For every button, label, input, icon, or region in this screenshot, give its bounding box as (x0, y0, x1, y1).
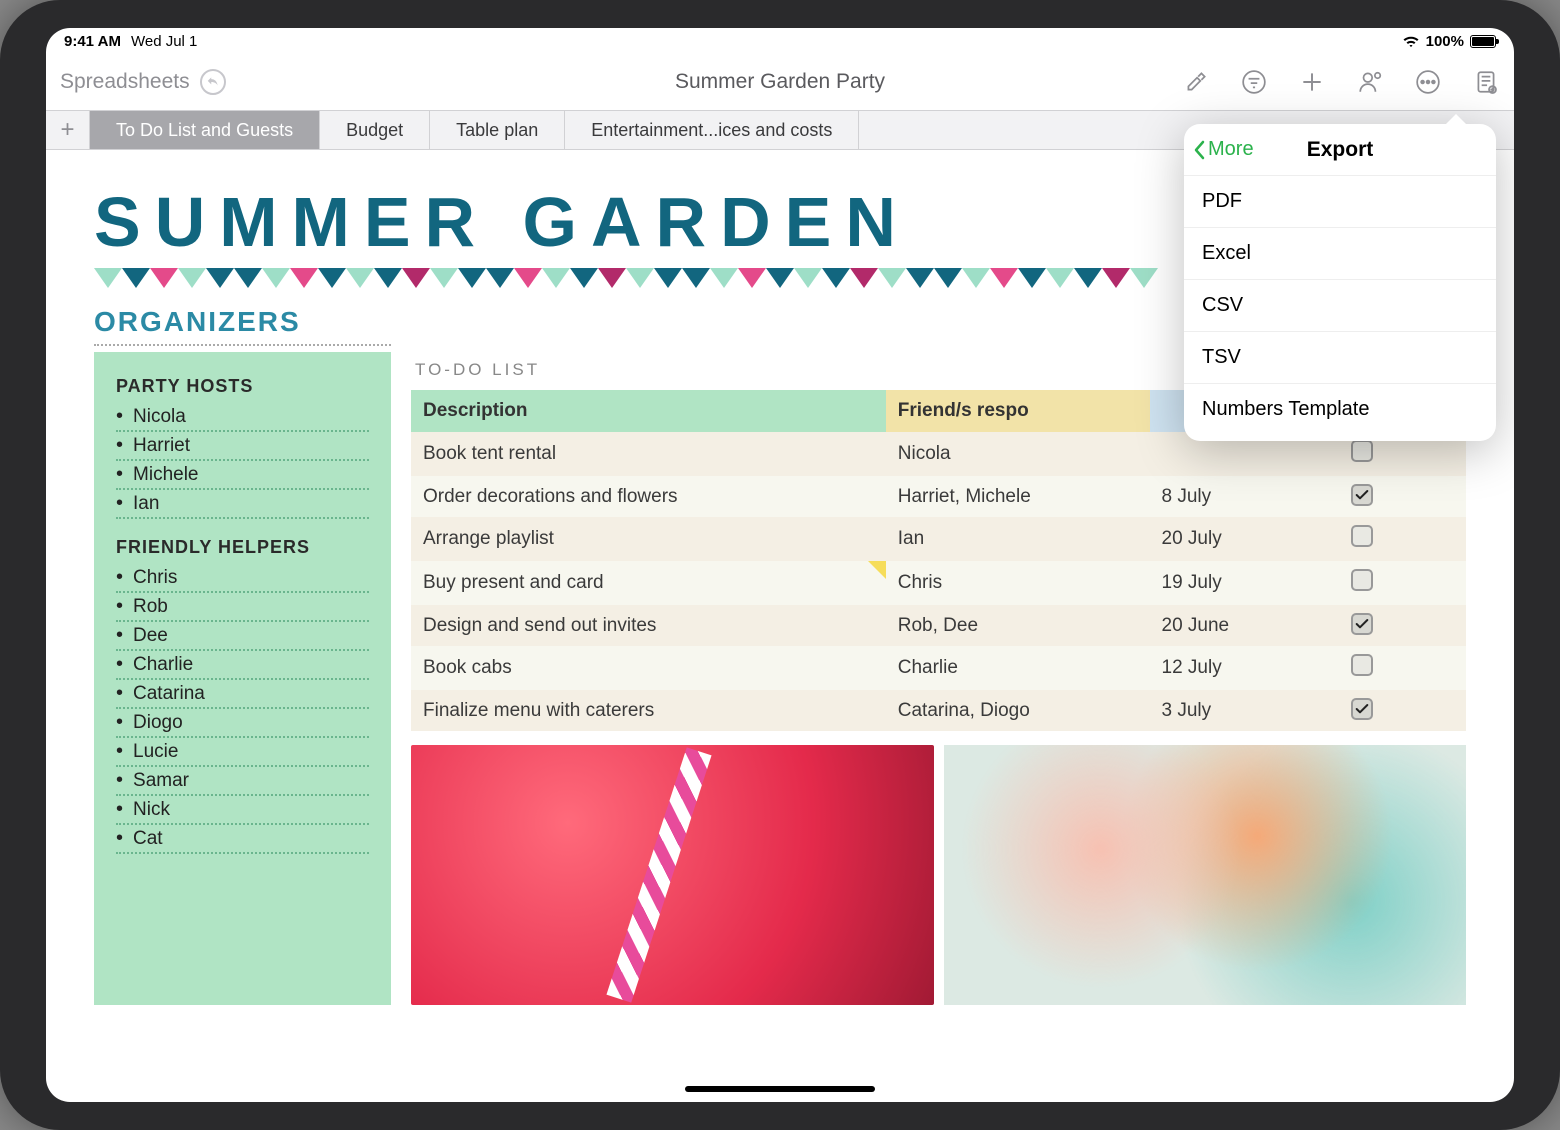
battery-percent: 100% (1426, 33, 1464, 50)
todo-row[interactable]: Finalize menu with caterersCatarina, Dio… (411, 690, 1466, 731)
divider (94, 344, 391, 346)
cell-done[interactable] (1339, 646, 1466, 690)
cell-done[interactable] (1339, 561, 1466, 605)
popover-back-label: More (1208, 138, 1254, 161)
todo-row[interactable]: Design and send out invitesRob, Dee20 Ju… (411, 605, 1466, 646)
popover-title: Export (1307, 138, 1374, 162)
host-item: Harriet (116, 432, 369, 461)
cell-friends[interactable]: Nicola (886, 432, 1150, 476)
cell-description[interactable]: Book tent rental (411, 432, 886, 476)
cell-done[interactable] (1339, 476, 1466, 517)
battery-icon (1470, 35, 1496, 48)
party-hosts-list: NicolaHarrietMicheleIan (116, 403, 369, 519)
helper-item: Catarina (116, 680, 369, 709)
helper-item: Dee (116, 622, 369, 651)
cell-done[interactable] (1339, 517, 1466, 561)
helper-item: Chris (116, 564, 369, 593)
export-option-excel[interactable]: Excel (1184, 228, 1496, 280)
screen: 9:41 AM Wed Jul 1 100% Spreadsheets Summ… (46, 28, 1514, 1102)
balloons-photo (944, 745, 1467, 1005)
cell-friends[interactable]: Rob, Dee (886, 605, 1150, 646)
ipad-frame: 9:41 AM Wed Jul 1 100% Spreadsheets Summ… (0, 0, 1560, 1130)
cell-date[interactable]: 12 July (1150, 646, 1340, 690)
checkbox[interactable] (1351, 484, 1373, 506)
export-popover: More Export PDFExcelCSVTSVNumbers Templa… (1184, 124, 1496, 441)
tab-entertainment[interactable]: Entertainment...ices and costs (565, 111, 859, 149)
host-item: Michele (116, 461, 369, 490)
party-hosts-heading: PARTY HOSTS (116, 376, 369, 397)
cell-description[interactable]: Book cabs (411, 646, 886, 690)
tab-to-do-list[interactable]: To Do List and Guests (90, 111, 320, 149)
cell-description[interactable]: Buy present and card (411, 561, 886, 605)
back-to-spreadsheets[interactable]: Spreadsheets (60, 70, 190, 94)
export-option-numbers-template[interactable]: Numbers Template (1184, 384, 1496, 435)
cell-friends[interactable]: Harriet, Michele (886, 476, 1150, 517)
col-description[interactable]: Description (411, 390, 886, 432)
collaborate-icon[interactable] (1356, 68, 1384, 96)
helper-item: Lucie (116, 738, 369, 767)
export-option-csv[interactable]: CSV (1184, 280, 1496, 332)
friendly-helpers-list: ChrisRobDeeCharlieCatarinaDiogoLucieSama… (116, 564, 369, 854)
checkbox[interactable] (1351, 613, 1373, 635)
image-row (411, 745, 1466, 1005)
cell-friends[interactable]: Ian (886, 517, 1150, 561)
undo-button[interactable] (200, 69, 226, 95)
new-sheet-icon[interactable] (1472, 68, 1500, 96)
cell-friends[interactable]: Chris (886, 561, 1150, 605)
host-item: Nicola (116, 403, 369, 432)
export-option-pdf[interactable]: PDF (1184, 176, 1496, 228)
checkbox[interactable] (1351, 440, 1373, 462)
cell-description[interactable]: Order decorations and flowers (411, 476, 886, 517)
todo-row[interactable]: Buy present and cardChris19 July (411, 561, 1466, 605)
helper-item: Charlie (116, 651, 369, 680)
organizers-box: PARTY HOSTS NicolaHarrietMicheleIan FRIE… (94, 352, 391, 1005)
cell-friends[interactable]: Catarina, Diogo (886, 690, 1150, 731)
tab-budget[interactable]: Budget (320, 111, 430, 149)
more-button[interactable] (1414, 68, 1442, 96)
document-title[interactable]: Summer Garden Party (675, 70, 885, 94)
filter-icon[interactable] (1240, 68, 1268, 96)
cell-done[interactable] (1339, 605, 1466, 646)
cell-date[interactable]: 19 July (1150, 561, 1340, 605)
tab-table-plan[interactable]: Table plan (430, 111, 565, 149)
helper-item: Cat (116, 825, 369, 854)
helper-item: Samar (116, 767, 369, 796)
format-brush-icon[interactable] (1182, 68, 1210, 96)
cell-date[interactable]: 8 July (1150, 476, 1340, 517)
cell-date[interactable]: 20 July (1150, 517, 1340, 561)
drink-photo (411, 745, 934, 1005)
app-toolbar: Spreadsheets Summer Garden Party (46, 54, 1514, 110)
cell-friends[interactable]: Charlie (886, 646, 1150, 690)
checkbox[interactable] (1351, 698, 1373, 720)
col-friends-responsible[interactable]: Friend/s respo (886, 390, 1150, 432)
todo-row[interactable]: Arrange playlistIan20 July (411, 517, 1466, 561)
cell-description[interactable]: Design and send out invites (411, 605, 886, 646)
helper-item: Diogo (116, 709, 369, 738)
add-sheet-button[interactable]: + (46, 111, 90, 149)
checkbox[interactable] (1351, 654, 1373, 676)
wifi-icon (1402, 34, 1420, 48)
helper-item: Rob (116, 593, 369, 622)
cell-date[interactable]: 3 July (1150, 690, 1340, 731)
cell-done[interactable] (1339, 690, 1466, 731)
host-item: Ian (116, 490, 369, 519)
cell-date[interactable]: 20 June (1150, 605, 1340, 646)
status-time: 9:41 AM (64, 33, 121, 50)
add-button[interactable] (1298, 68, 1326, 96)
todo-row[interactable]: Order decorations and flowersHarriet, Mi… (411, 476, 1466, 517)
cell-description[interactable]: Finalize menu with caterers (411, 690, 886, 731)
cell-description[interactable]: Arrange playlist (411, 517, 886, 561)
checkbox[interactable] (1351, 569, 1373, 591)
home-indicator[interactable] (685, 1086, 875, 1092)
status-bar: 9:41 AM Wed Jul 1 100% (46, 28, 1514, 54)
friendly-helpers-heading: FRIENDLY HELPERS (116, 537, 369, 558)
popover-back-button[interactable]: More (1184, 138, 1254, 161)
todo-row[interactable]: Book cabsCharlie12 July (411, 646, 1466, 690)
export-option-tsv[interactable]: TSV (1184, 332, 1496, 384)
status-date: Wed Jul 1 (131, 33, 197, 50)
helper-item: Nick (116, 796, 369, 825)
todo-table[interactable]: Description Friend/s respo Book tent ren… (411, 390, 1466, 731)
checkbox[interactable] (1351, 525, 1373, 547)
